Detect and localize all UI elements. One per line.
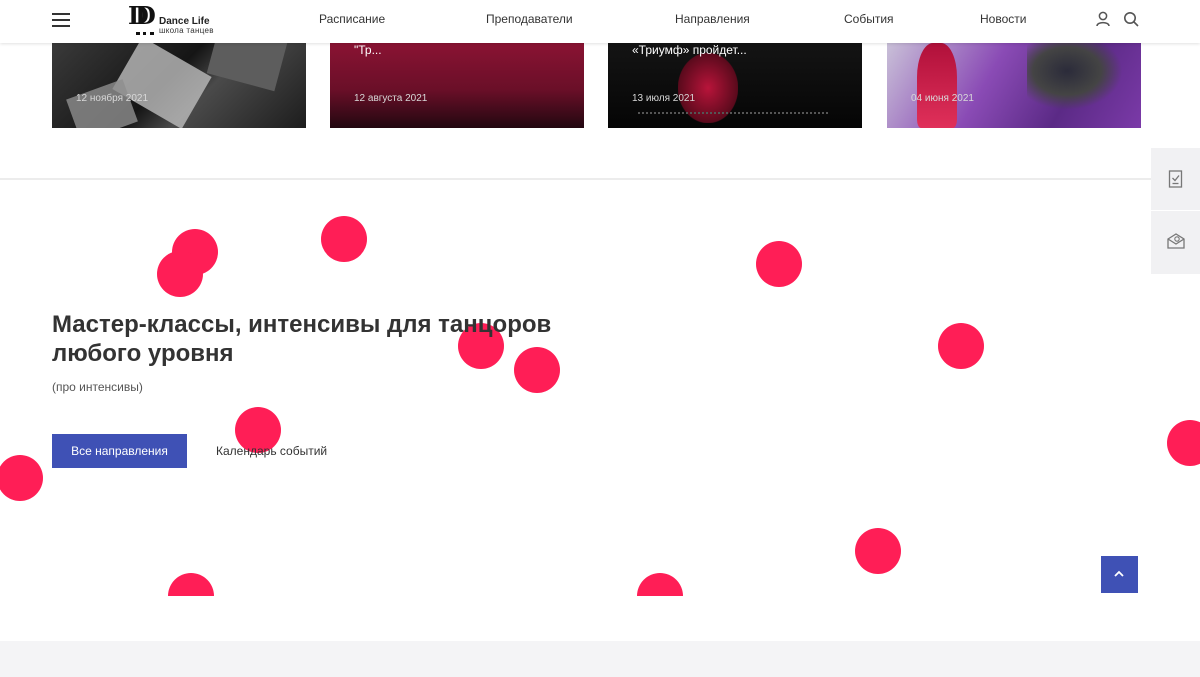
news-title: «Триумф» пройдет... — [632, 43, 747, 57]
decorative-dots — [0, 180, 1200, 596]
nav-item-events[interactable]: События — [844, 12, 894, 26]
decorative-dot — [157, 251, 203, 297]
footer-band — [0, 641, 1200, 677]
nav-item-teachers[interactable]: Преподаватели — [486, 12, 573, 26]
side-button-checklist[interactable] — [1151, 148, 1200, 211]
logo-mark-second: D — [135, 1, 156, 30]
logo[interactable]: D D Dance Life школа танцев — [128, 4, 228, 36]
events-calendar-link[interactable]: Календарь событий — [216, 444, 327, 458]
news-card[interactable]: 04 июня 2021 — [887, 43, 1141, 128]
site-header: D D Dance Life школа танцев Расписание П… — [0, 0, 1200, 43]
section-divider — [0, 178, 1200, 180]
decorative-dot — [321, 216, 367, 262]
card-image-shape — [638, 109, 828, 114]
news-card[interactable]: 12 ноября 2021 — [52, 43, 306, 128]
news-date: 04 июня 2021 — [911, 93, 974, 104]
decorative-dot — [172, 229, 218, 275]
nav-item-directions[interactable]: Направления — [675, 12, 750, 26]
decorative-dot — [0, 455, 43, 501]
scroll-top-button[interactable] — [1101, 556, 1138, 593]
news-card[interactable]: "Тр... 12 августа 2021 — [330, 43, 584, 128]
side-widget — [1151, 148, 1200, 274]
decorative-dot — [756, 241, 802, 287]
search-icon[interactable] — [1122, 10, 1140, 28]
user-icon[interactable] — [1094, 10, 1112, 28]
decorative-dot — [855, 528, 901, 574]
news-card[interactable]: «Триумф» пройдет... 13 июля 2021 — [608, 43, 862, 128]
decorative-dot — [168, 573, 214, 596]
decorative-dot — [637, 573, 683, 596]
news-date: 13 июля 2021 — [632, 93, 696, 104]
hero-subtitle: (про интенсивы) — [52, 380, 143, 394]
logo-dots — [136, 29, 154, 35]
card-image-shape — [206, 43, 288, 92]
side-button-mail[interactable] — [1151, 211, 1200, 273]
chevron-up-icon — [1114, 570, 1124, 577]
nav-item-news[interactable]: Новости — [980, 12, 1026, 26]
card-image-shape — [1027, 43, 1127, 113]
hero-title: Мастер-классы, интенсивы для танцоров лю… — [52, 311, 552, 367]
card-image-shape — [917, 43, 957, 128]
decorative-dot — [1167, 420, 1200, 466]
nav-item-schedule[interactable]: Расписание — [319, 12, 385, 26]
news-date: 12 ноября 2021 — [76, 93, 149, 104]
checklist-icon — [1168, 170, 1183, 188]
logo-subtitle: школа танцев — [159, 26, 214, 35]
decorative-dot — [938, 323, 984, 369]
all-directions-button[interactable]: Все направления — [52, 434, 187, 468]
news-date: 12 августа 2021 — [354, 93, 428, 104]
menu-icon[interactable] — [52, 13, 70, 27]
news-title: "Тр... — [354, 43, 382, 57]
mail-icon — [1167, 233, 1185, 249]
